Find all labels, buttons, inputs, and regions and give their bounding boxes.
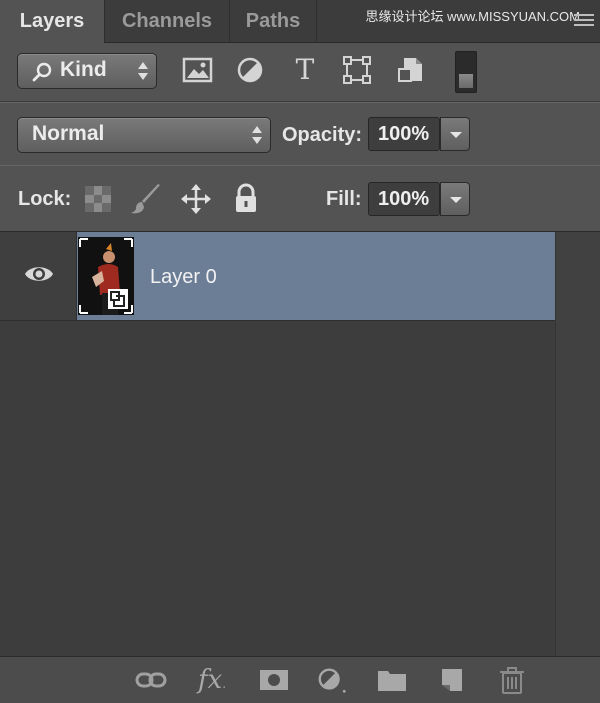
layers-bottom-toolbar: fx. [0,656,600,703]
lock-image-pixels-icon[interactable] [130,183,162,215]
add-mask-icon[interactable] [258,665,290,695]
smart-object-badge-icon [108,289,128,309]
dropdown-arrows-icon [138,61,148,81]
filter-toggle-icon[interactable] [455,51,477,93]
delete-layer-icon[interactable] [496,665,528,695]
panel-menu-icon[interactable] [574,14,594,28]
new-layer-icon[interactable] [436,665,468,695]
layer-thumbnail[interactable] [78,237,134,315]
kind-filter-dropdown[interactable]: Kind [17,53,157,89]
blend-mode-value: Normal [32,122,105,145]
new-adjustment-layer-icon[interactable] [316,665,348,695]
layer-name[interactable]: Layer 0 [150,266,217,289]
eye-icon [25,267,53,281]
new-group-icon[interactable] [376,665,408,695]
layers-panel: Layers Channels Paths 思缘设计论坛 www.MISSYUA… [0,0,600,703]
opacity-input[interactable]: 100% [368,117,440,151]
layers-list[interactable]: Layer 0 [0,231,600,657]
blend-row: Normal Opacity: 100% [0,102,600,166]
shape-filter-icon[interactable] [342,55,372,85]
layer-row[interactable]: Layer 0 [0,232,556,321]
tab-layers[interactable]: Layers [0,0,105,43]
kind-filter-label: Kind [60,58,107,81]
adjustment-filter-icon[interactable] [236,56,264,84]
opacity-slider-button[interactable] [440,117,470,151]
filter-row: Kind T [0,43,600,102]
fx-icon[interactable]: fx. [196,665,228,695]
layers-scrollbar[interactable] [555,232,600,657]
watermark-text: 思缘设计论坛 www.MISSYUAN.COM [365,9,580,24]
fill-label: Fill: [326,188,362,210]
lock-all-icon[interactable] [230,182,262,214]
opacity-label: Opacity: [282,124,363,146]
panel-tab-bar: Layers Channels Paths 思缘设计论坛 www.MISSYUA… [0,0,600,43]
dropdown-arrows-icon [252,125,262,145]
lock-position-icon[interactable] [180,183,212,215]
fill-slider-button[interactable] [440,182,470,216]
lock-row: Lock: Fill: 100% [0,165,600,231]
fx-icon-label: fx [197,665,223,695]
tab-paths[interactable]: Paths [230,0,317,42]
search-icon [32,62,52,82]
blend-mode-dropdown[interactable]: Normal [17,117,271,153]
type-filter-icon[interactable]: T [288,53,322,87]
visibility-toggle[interactable] [0,232,77,320]
layer-thumbnail-image [78,237,134,315]
lock-label: Lock: [18,188,72,210]
link-layers-icon[interactable] [135,665,167,695]
lock-transparent-pixels-icon[interactable] [82,183,114,215]
tab-channels[interactable]: Channels [105,0,230,42]
image-filter-icon[interactable] [182,56,214,84]
smart-object-filter-icon[interactable] [396,55,426,85]
fill-input[interactable]: 100% [368,182,440,216]
